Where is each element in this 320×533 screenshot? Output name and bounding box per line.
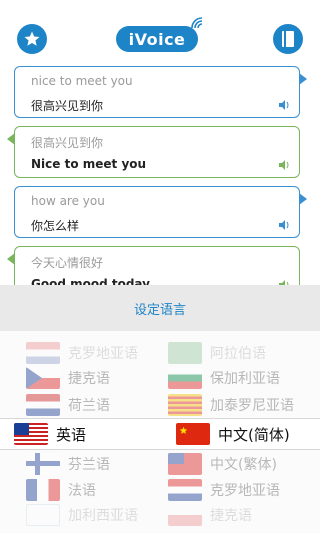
language-option[interactable]: 阿拉伯语 — [168, 339, 266, 366]
usa-flag-icon — [14, 423, 48, 445]
speaker-icon[interactable] — [279, 100, 291, 110]
phrasebook-button[interactable] — [273, 24, 303, 54]
language-label: 芬兰语 — [68, 456, 110, 473]
czech-flag-icon — [168, 503, 202, 526]
language-option[interactable]: 克罗地亚语 — [168, 476, 280, 503]
book-icon — [282, 31, 294, 47]
conversation-list: nice to meet you 很高兴见到你 很高兴见到你 Nice to m… — [0, 62, 320, 294]
bulgaria-flag-icon — [168, 366, 202, 389]
language-label: 捷克语 — [210, 507, 252, 524]
language-option[interactable]: 捷克语 — [26, 364, 110, 391]
set-language-header: 设定语言 — [0, 285, 320, 331]
language-option[interactable]: 荷兰语 — [26, 391, 110, 418]
language-option[interactable]: 法语 — [26, 476, 96, 503]
croatia-flag-icon — [26, 341, 60, 364]
language-option[interactable]: 捷克语 — [168, 501, 252, 528]
message-source: how are you — [31, 194, 105, 208]
star-icon — [24, 31, 40, 46]
language-label: 克罗地亚语 — [68, 345, 138, 362]
language-label: 保加利亚语 — [210, 370, 280, 387]
message-translation: 很高兴见到你 — [31, 99, 104, 113]
bubble-tail — [7, 253, 15, 265]
message-source: 今天心情很好 — [31, 256, 104, 270]
message-bubble[interactable]: how are you 你怎么样 — [14, 186, 307, 238]
signal-icon — [191, 17, 203, 29]
bubble-tail — [299, 73, 307, 85]
language-label: 法语 — [68, 482, 96, 499]
language-option[interactable]: 保加利亚语 — [168, 364, 280, 391]
language-row: 捷克语 保加利亚语 — [0, 364, 320, 391]
language-option[interactable]: 芬兰语 — [26, 450, 110, 477]
app-header: iVoice — [0, 0, 320, 62]
target-language-option[interactable]: 中文(简体) — [176, 419, 290, 449]
language-row-selected: 英语 中文(简体) — [0, 418, 320, 450]
language-label: 阿拉伯语 — [210, 345, 266, 362]
language-label: 荷兰语 — [68, 397, 110, 414]
language-label: 加泰罗尼亚语 — [210, 397, 294, 414]
language-row: 法语 克罗地亚语 — [0, 476, 320, 503]
language-label: 中文(繁体) — [210, 456, 277, 473]
language-picker[interactable]: 克罗地亚语 阿拉伯语 捷克语 保加利亚语 荷兰语 加泰罗尼亚语 英语 中文(简体… — [0, 331, 320, 533]
language-row: 芬兰语 中文(繁体) — [0, 450, 320, 477]
netherlands-flag-icon — [26, 393, 60, 416]
language-option[interactable]: 中文(繁体) — [168, 450, 277, 477]
language-label: 英语 — [56, 425, 87, 444]
language-option[interactable]: 加利西亚语 — [26, 501, 138, 528]
app-logo: iVoice — [116, 26, 198, 52]
czech-flag-icon — [26, 366, 60, 389]
speaker-icon[interactable] — [279, 160, 291, 170]
message-source: 很高兴见到你 — [31, 136, 104, 150]
message-translation: Nice to meet you — [31, 157, 147, 171]
message-bubble[interactable]: 很高兴见到你 Nice to meet you — [7, 126, 300, 178]
favorites-button[interactable] — [17, 24, 47, 54]
language-label: 克罗地亚语 — [210, 482, 280, 499]
catalonia-flag-icon — [168, 393, 202, 416]
bubble-tail — [7, 133, 15, 145]
message-translation: 你怎么样 — [31, 219, 80, 233]
language-option[interactable]: 克罗地亚语 — [26, 339, 138, 366]
finland-flag-icon — [26, 452, 60, 475]
bubble-tail — [299, 193, 307, 205]
china-flag-icon — [176, 423, 210, 445]
language-row: 克罗地亚语 阿拉伯语 — [0, 339, 320, 366]
arabic-flag-icon — [168, 341, 202, 364]
language-label: 中文(简体) — [218, 425, 290, 444]
croatia-flag-icon — [168, 478, 202, 501]
language-label: 加利西亚语 — [68, 507, 138, 524]
language-label: 捷克语 — [68, 370, 110, 387]
language-row: 荷兰语 加泰罗尼亚语 — [0, 391, 320, 418]
taiwan-flag-icon — [168, 452, 202, 475]
message-source: nice to meet you — [31, 74, 133, 88]
message-bubble[interactable]: nice to meet you 很高兴见到你 — [14, 66, 307, 118]
speaker-icon[interactable] — [279, 220, 291, 230]
language-option[interactable]: 加泰罗尼亚语 — [168, 391, 294, 418]
language-row: 加利西亚语 捷克语 — [0, 501, 320, 528]
source-language-option[interactable]: 英语 — [14, 419, 86, 449]
france-flag-icon — [26, 478, 60, 501]
galicia-flag-icon — [26, 503, 60, 526]
